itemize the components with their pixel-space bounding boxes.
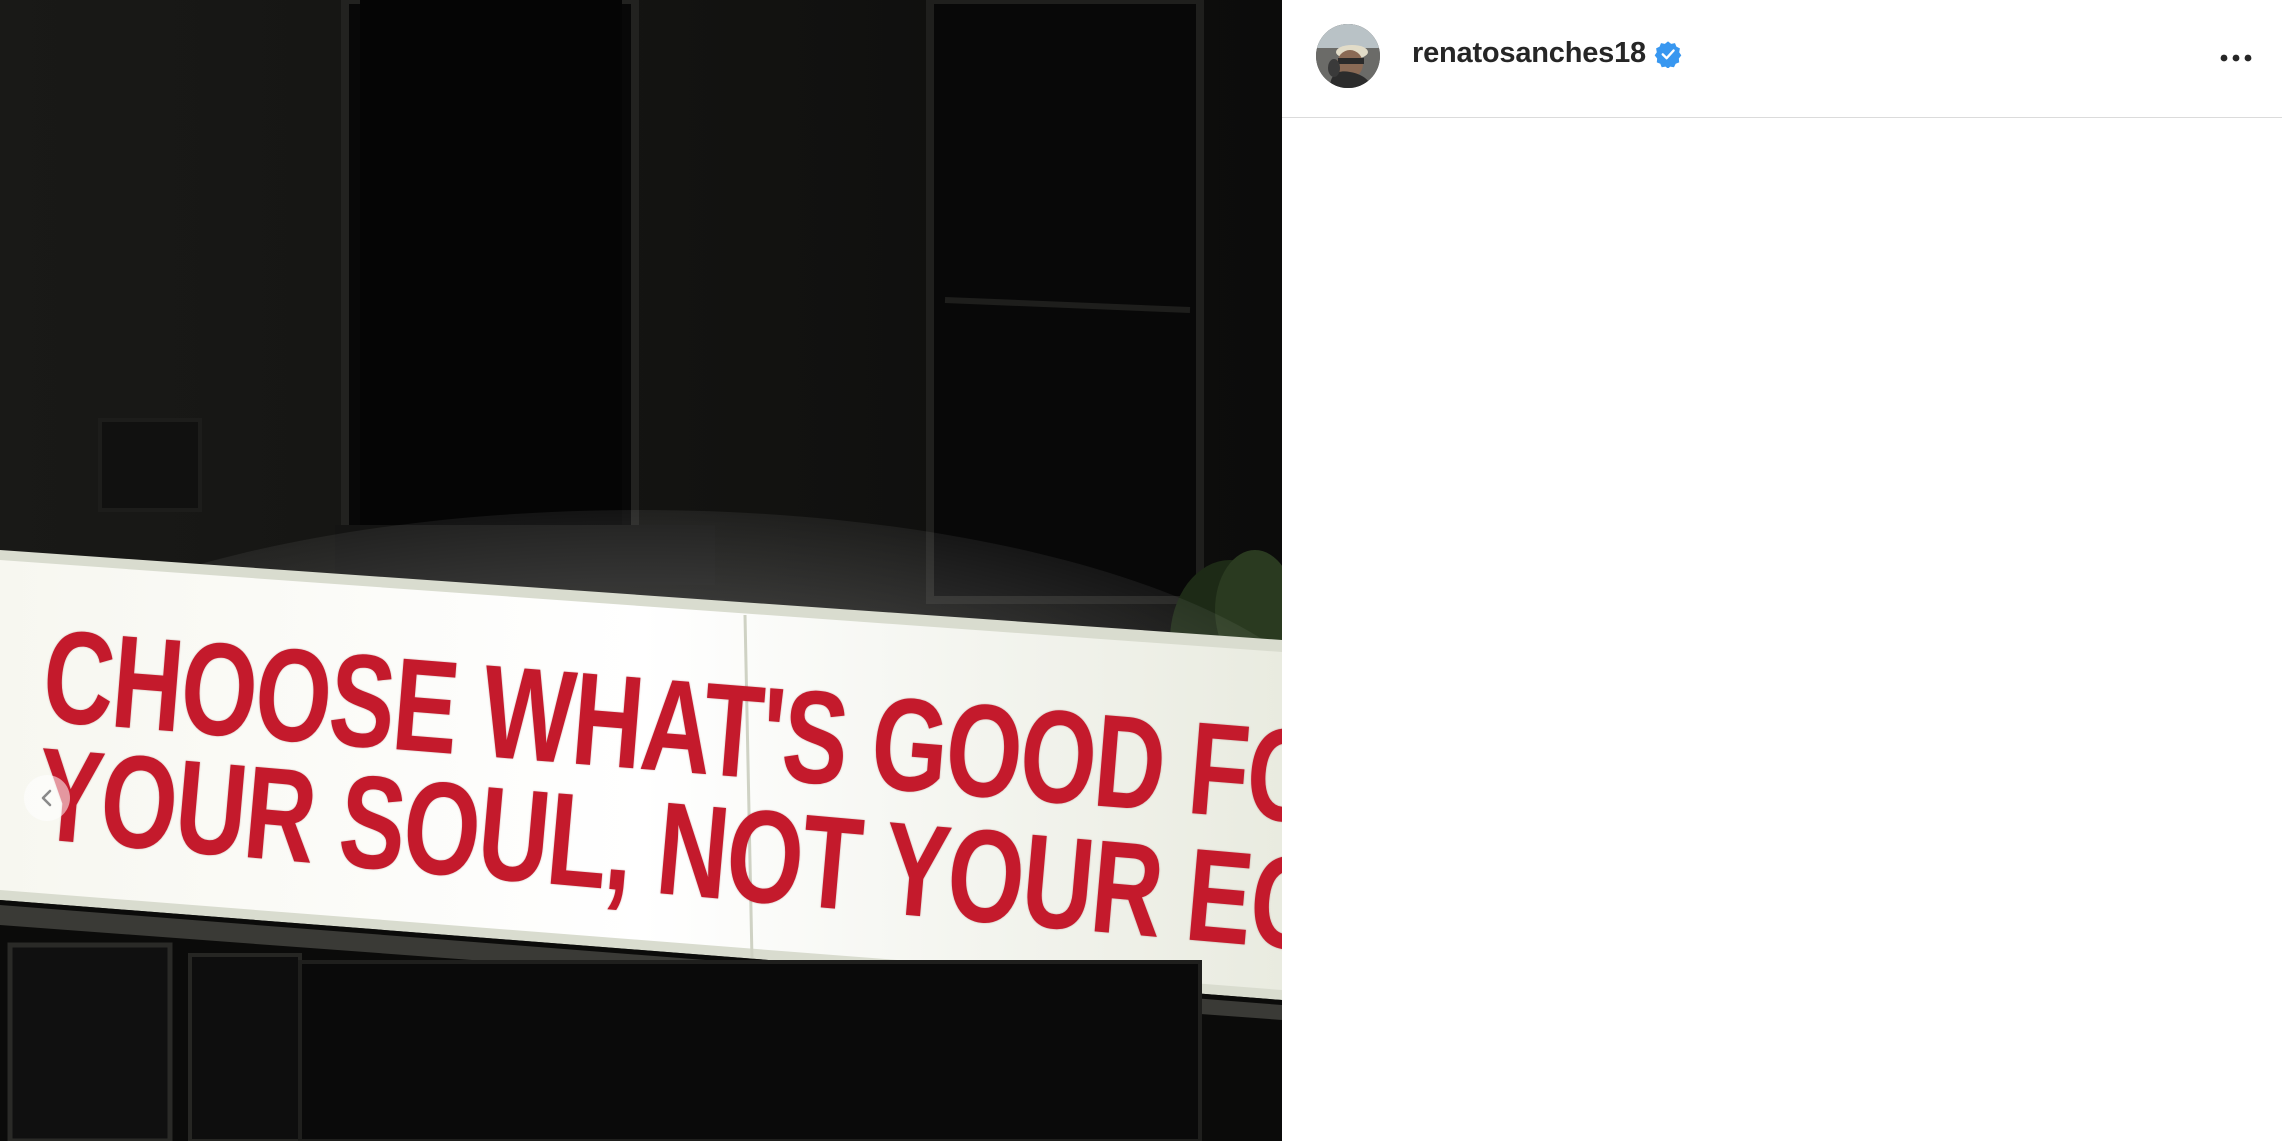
post-modal: CHOOSE WHAT'S GOOD FOR YOUR SOUL, NOT YO… [0,0,2282,1141]
post-header: renatosanches18 [1282,0,2282,118]
username-link[interactable]: renatosanches18 [1412,37,1646,70]
previous-image-button[interactable] [24,775,70,821]
verified-badge-icon [1654,40,1682,68]
post-photo [0,0,1282,1141]
more-options-button[interactable] [2216,40,2256,76]
post-side-panel: renatosanches18 [1282,0,2282,1141]
post-media: CHOOSE WHAT'S GOOD FOR YOUR SOUL, NOT YO… [0,0,1282,1141]
username-row: renatosanches18 [1412,37,1682,70]
avatar-image [1316,24,1380,88]
avatar[interactable] [1316,24,1380,88]
more-horizontal-icon [2220,54,2252,62]
chevron-left-icon [41,789,52,807]
